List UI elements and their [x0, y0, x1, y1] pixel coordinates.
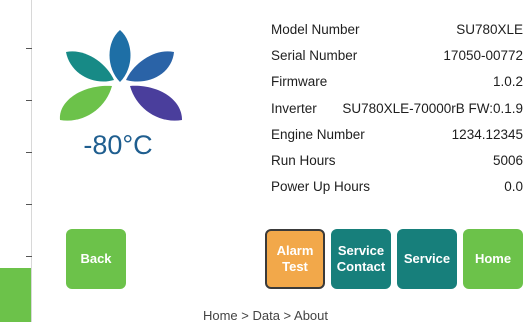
info-row-run-hours: Run Hours 5006	[271, 147, 523, 173]
info-value: 17050-00772	[443, 47, 523, 63]
rail-tick	[26, 256, 32, 257]
info-row-serial-number: Serial Number 17050-00772	[271, 42, 523, 68]
info-value: 5006	[492, 153, 523, 169]
info-row-engine-number: Engine Number 1234.12345	[271, 121, 523, 147]
info-label: Run Hours	[271, 153, 336, 169]
info-value: SU780XLE-70000rB FW:0.1.9	[342, 100, 523, 116]
back-button[interactable]: Back	[66, 229, 126, 289]
info-row-model-number: Model Number SU780XLE	[271, 16, 523, 42]
service-button[interactable]: Service	[397, 229, 457, 289]
side-rail	[0, 0, 32, 322]
alarm-test-button[interactable]: Alarm Test	[265, 229, 325, 289]
rail-tick	[26, 48, 32, 49]
info-label: Serial Number	[271, 47, 358, 63]
alarm-test-label: Alarm Test	[276, 243, 314, 274]
info-label: Inverter	[271, 100, 317, 116]
service-contact-button[interactable]: Service Contact	[331, 229, 391, 289]
info-value: 0.0	[504, 179, 523, 195]
info-label: Power Up Hours	[271, 179, 371, 195]
brand-logo-icon	[59, 30, 182, 121]
info-value: SU780XLE	[456, 21, 523, 37]
info-value: 1.0.2	[492, 74, 523, 90]
rail-tick	[26, 100, 32, 101]
info-row-inverter: Inverter SU780XLE-70000rB FW:0.1.9	[271, 95, 523, 121]
rail-tick	[26, 204, 32, 205]
rail-tick	[26, 152, 32, 153]
temperature-readout: -80°C	[83, 130, 153, 160]
info-row-power-up-hours: Power Up Hours 0.0	[271, 174, 523, 200]
device-info-list: Model Number SU780XLE Serial Number 1705…	[271, 16, 523, 200]
info-row-firmware: Firmware 1.0.2	[271, 69, 523, 95]
info-label: Engine Number	[271, 126, 365, 142]
home-button[interactable]: Home	[463, 229, 523, 289]
info-label: Firmware	[271, 74, 328, 90]
info-value: 1234.12345	[451, 126, 523, 142]
breadcrumb: Home > Data > About	[202, 308, 329, 323]
info-label: Model Number	[271, 21, 360, 37]
